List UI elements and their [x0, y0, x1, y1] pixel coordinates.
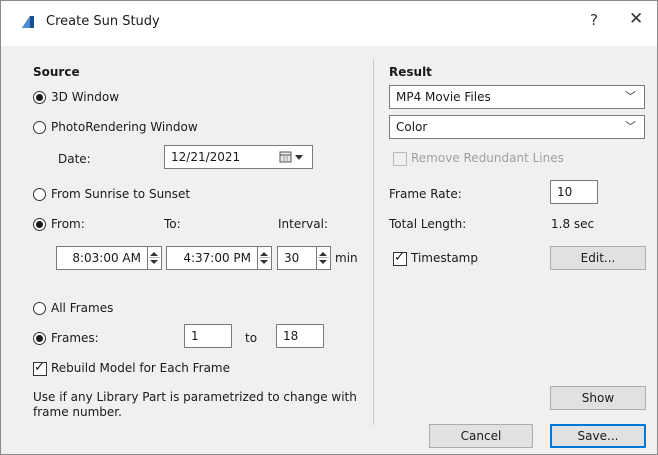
radio-photorendering-window-label: PhotoRendering Window	[51, 120, 198, 134]
interval-label: Interval:	[278, 217, 328, 231]
color-mode-select[interactable]: Color ﹀	[389, 115, 645, 139]
interval-input[interactable]: 30	[277, 246, 331, 270]
radio-from[interactable]	[33, 218, 46, 231]
title-bar: Create Sun Study ? ✕	[1, 1, 657, 46]
window-title: Create Sun Study	[46, 14, 160, 29]
spin-down-icon[interactable]	[150, 260, 158, 264]
radio-all-frames-label: All Frames	[51, 301, 114, 315]
rebuild-model-checkbox[interactable]: ✓	[33, 360, 47, 376]
date-label: Date:	[58, 152, 91, 166]
frames-to-label: to	[245, 331, 258, 345]
library-note-line1: Use if any Library Part is parametrized …	[33, 390, 357, 404]
timestamp-checkbox[interactable]: ✓	[393, 250, 407, 266]
frames-to-input[interactable]: 18	[276, 324, 324, 348]
archicad-app-icon	[22, 16, 34, 28]
radio-frames[interactable]	[33, 332, 46, 345]
edit-timestamp-button[interactable]: Edit...	[550, 246, 646, 270]
radio-3d-window[interactable]	[33, 91, 46, 104]
spin-down-icon[interactable]	[319, 260, 327, 264]
result-section-title: Result	[389, 65, 432, 79]
spin-up-icon[interactable]	[150, 252, 158, 256]
date-value: 12/21/2021	[171, 150, 241, 164]
spin-up-icon[interactable]	[319, 252, 327, 256]
to-time-value: 4:37:00 PM	[183, 251, 251, 265]
from-time-input[interactable]: 8:03:00 AM	[56, 246, 162, 270]
frames-from-input[interactable]: 1	[184, 324, 232, 348]
interval-value: 30	[284, 251, 300, 265]
interval-spinner[interactable]	[316, 247, 330, 269]
chevron-down-icon: ﹀	[625, 90, 636, 103]
to-label: To:	[164, 217, 181, 231]
remove-redundant-lines-label: Remove Redundant Lines	[411, 151, 564, 165]
show-button[interactable]: Show	[550, 386, 646, 410]
to-time-input[interactable]: 4:37:00 PM	[166, 246, 272, 270]
cancel-button[interactable]: Cancel	[429, 424, 533, 448]
output-format-value: MP4 Movie Files	[396, 90, 491, 104]
radio-sunrise-to-sunset[interactable]	[33, 188, 46, 201]
color-mode-value: Color	[396, 120, 428, 134]
rebuild-model-label: Rebuild Model for Each Frame	[51, 361, 231, 375]
section-divider	[373, 59, 374, 425]
calendar-dropdown-icon[interactable]	[279, 151, 307, 163]
frame-rate-value: 10	[557, 185, 573, 199]
radio-sunrise-to-sunset-label: From Sunrise to Sunset	[51, 187, 191, 201]
date-field[interactable]: 12/21/2021	[164, 145, 313, 169]
frame-rate-label: Frame Rate:	[389, 187, 462, 201]
radio-photorendering-window[interactable]	[33, 121, 46, 134]
to-time-spinner[interactable]	[257, 247, 271, 269]
spin-down-icon[interactable]	[260, 260, 268, 264]
radio-3d-window-label: 3D Window	[51, 90, 120, 104]
frames-from-value: 1	[191, 329, 199, 343]
total-length-label: Total Length:	[389, 217, 467, 231]
chevron-down-icon: ﹀	[625, 120, 636, 133]
checkmark-icon: ✓	[394, 250, 405, 265]
create-sun-study-dialog: Create Sun Study ? ✕ Source 3D Window Ph…	[0, 0, 658, 455]
spin-up-icon[interactable]	[260, 252, 268, 256]
timestamp-label: Timestamp	[411, 251, 478, 265]
help-button[interactable]: ?	[590, 11, 598, 29]
close-button[interactable]: ✕	[629, 9, 643, 29]
frame-rate-input[interactable]: 10	[550, 180, 598, 204]
source-section-title: Source	[33, 65, 80, 79]
from-label: From:	[51, 217, 85, 231]
frames-label: Frames:	[51, 331, 99, 345]
from-time-value: 8:03:00 AM	[72, 251, 141, 265]
checkmark-icon: ✓	[34, 360, 45, 375]
save-button[interactable]: Save...	[550, 424, 646, 448]
remove-redundant-lines-checkbox[interactable]	[393, 152, 407, 166]
interval-unit: min	[335, 251, 358, 265]
radio-all-frames[interactable]	[33, 302, 46, 315]
frames-to-value: 18	[283, 329, 299, 343]
total-length-value: 1.8 sec	[551, 217, 595, 231]
output-format-select[interactable]: MP4 Movie Files ﹀	[389, 85, 645, 109]
from-time-spinner[interactable]	[147, 247, 161, 269]
library-note-line2: frame number.	[33, 405, 122, 419]
